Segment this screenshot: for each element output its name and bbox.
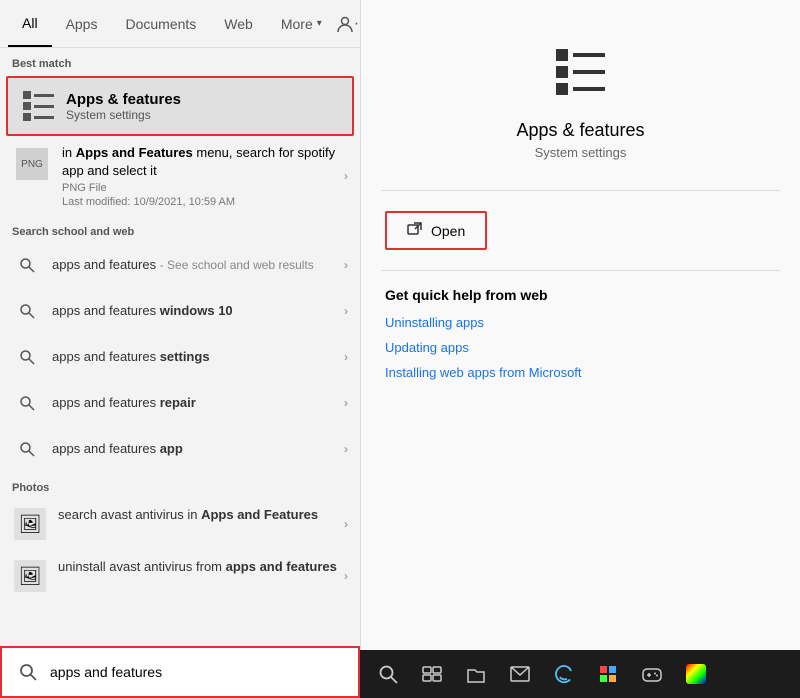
taskbar-search-button[interactable] (368, 654, 408, 694)
photo-icon-2: 🖼 (12, 558, 48, 594)
help-link-3[interactable]: Installing web apps from Microsoft (385, 365, 776, 380)
search-panel: All Apps Documents Web More ▾ ··· Best m… (0, 0, 360, 698)
detail-panel: Apps & features System settings Open Get… (360, 0, 800, 698)
search-icon-3 (12, 342, 42, 372)
taskbar-game-button[interactable] (632, 654, 672, 694)
web-result-item-1[interactable]: apps and features - See school and web r… (0, 242, 360, 288)
search-icon-2 (12, 296, 42, 326)
photo-icon-1: 🖼 (12, 506, 48, 542)
tab-bar: All Apps Documents Web More ▾ ··· (0, 0, 360, 48)
photo-text-1: search avast antivirus in Apps and Featu… (58, 506, 348, 524)
web-result-text-3: apps and features settings (52, 348, 340, 366)
apps-features-small-icon (20, 88, 56, 124)
taskbar (360, 650, 800, 698)
tab-all[interactable]: All (8, 0, 52, 47)
chevron-right-icon-3: › (344, 350, 348, 364)
search-icon-5 (12, 434, 42, 464)
open-label: Open (431, 223, 465, 239)
web-result-item-4[interactable]: apps and features repair › (0, 380, 360, 426)
photo-text-2: uninstall avast antivirus from apps and … (58, 558, 348, 576)
chevron-right-icon-2: › (344, 304, 348, 318)
taskbar-files-button[interactable] (456, 654, 496, 694)
file-info: in Apps and Features menu, search for sp… (62, 144, 348, 208)
search-icon-1 (12, 250, 42, 280)
best-match-item[interactable]: Apps & features System settings (6, 76, 354, 136)
chevron-right-icon-1: › (344, 258, 348, 272)
detail-help-section: Get quick help from web Uninstalling app… (361, 271, 800, 406)
web-result-item-5[interactable]: apps and features app › (0, 426, 360, 472)
photo-result-1[interactable]: 🖼 search avast antivirus in Apps and Fea… (0, 498, 360, 550)
web-section-label: Search school and web (0, 216, 360, 242)
help-link-2[interactable]: Updating apps (385, 340, 776, 355)
taskbar-store-button[interactable] (588, 654, 628, 694)
web-result-item-2[interactable]: apps and features windows 10 › (0, 288, 360, 334)
web-result-text-2: apps and features windows 10 (52, 302, 340, 320)
chevron-right-icon: › (344, 169, 348, 183)
taskbar-edge-button[interactable] (544, 654, 584, 694)
web-result-text-5: apps and features app (52, 440, 340, 458)
help-section-title: Get quick help from web (385, 287, 776, 303)
photos-section-label: Photos (0, 472, 360, 498)
search-input[interactable] (50, 664, 346, 680)
file-modified: Last modified: 10/9/2021, 10:59 AM (62, 196, 348, 208)
detail-app-subtitle: System settings (535, 145, 627, 160)
file-title: in Apps and Features menu, search for sp… (62, 144, 348, 180)
web-result-text-1: apps and features - See school and web r… (52, 256, 340, 274)
tab-apps[interactable]: Apps (52, 0, 112, 47)
help-link-1[interactable]: Uninstalling apps (385, 315, 776, 330)
chevron-right-icon-4: › (344, 396, 348, 410)
tab-more[interactable]: More ▾ (267, 0, 336, 47)
chevron-right-icon-p2: › (344, 569, 348, 583)
png-file-icon: PNG (12, 144, 52, 184)
chevron-down-icon: ▾ (317, 18, 322, 29)
best-match-text: Apps & features System settings (66, 91, 181, 122)
open-icon (407, 221, 423, 240)
search-icon-main (14, 658, 42, 686)
tab-web[interactable]: Web (210, 0, 267, 47)
detail-actions: Open (361, 191, 800, 270)
best-match-label: Best match (0, 48, 360, 76)
file-type: PNG File (62, 182, 348, 194)
search-icon-4 (12, 388, 42, 418)
tab-documents[interactable]: Documents (111, 0, 210, 47)
results-area: Best match (0, 48, 360, 646)
photo-result-2[interactable]: 🖼 uninstall avast antivirus from apps an… (0, 550, 360, 602)
taskbar-color-button[interactable] (676, 654, 716, 694)
detail-app-title: Apps & features (516, 120, 644, 141)
taskbar-mail-button[interactable] (500, 654, 540, 694)
detail-header: Apps & features System settings (361, 0, 800, 190)
detail-app-icon (549, 40, 613, 104)
open-button[interactable]: Open (385, 211, 487, 250)
web-result-item-3[interactable]: apps and features settings › (0, 334, 360, 380)
chevron-right-icon-p1: › (344, 517, 348, 531)
web-result-text-4: apps and features repair (52, 394, 340, 412)
user-icon-button[interactable] (336, 6, 354, 42)
chevron-right-icon-5: › (344, 442, 348, 456)
file-result-item[interactable]: PNG in Apps and Features menu, search fo… (0, 136, 360, 216)
taskbar-taskview-button[interactable] (412, 654, 452, 694)
search-box (0, 646, 360, 698)
best-match-subtitle: System settings (66, 108, 181, 122)
best-match-title: Apps & features (66, 91, 181, 108)
